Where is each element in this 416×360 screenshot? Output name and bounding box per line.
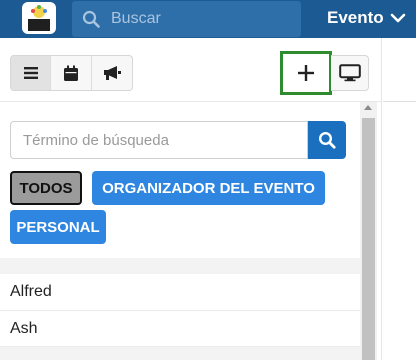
list-section-header [0, 258, 360, 274]
plus-icon [298, 65, 314, 81]
term-search-input[interactable] [10, 121, 308, 159]
list-item[interactable] [0, 346, 360, 360]
search-icon [318, 131, 336, 149]
filter-all-chip[interactable]: TODOS [10, 171, 82, 205]
divider [0, 101, 382, 102]
list-item[interactable]: Alfred [0, 274, 360, 310]
add-button[interactable] [280, 51, 332, 95]
scrollbar-thumb[interactable] [362, 118, 375, 360]
content-area [383, 38, 416, 360]
chevron-down-icon [390, 13, 405, 23]
person-name: Ash [10, 319, 38, 337]
announcements-button[interactable] [92, 56, 132, 90]
view-toggle-group [10, 55, 133, 91]
scroll-up-arrow-icon[interactable] [364, 105, 372, 110]
top-bar: Buscar Evento [0, 0, 416, 38]
calendar-icon [64, 65, 79, 81]
list-view-button[interactable] [11, 56, 52, 90]
event-menu[interactable]: Evento [327, 8, 406, 28]
monitor-icon [338, 64, 361, 82]
person-name: Alfred [10, 283, 52, 300]
display-mode-button[interactable] [331, 55, 369, 91]
global-search-placeholder: Buscar [111, 10, 161, 27]
term-search-button[interactable] [308, 121, 346, 159]
list-item[interactable]: Ash [0, 310, 360, 346]
calendar-view-button[interactable] [51, 56, 92, 90]
filter-organizer-chip[interactable]: ORGANIZADOR DEL EVENTO [92, 171, 325, 205]
event-menu-label: Evento [327, 8, 384, 27]
search-icon [82, 10, 100, 28]
megaphone-icon [103, 66, 121, 80]
divider [383, 101, 416, 102]
list-icon [23, 67, 38, 79]
app-logo[interactable] [22, 2, 56, 34]
filter-staff-chip[interactable]: PERSONAL [10, 210, 106, 244]
global-search[interactable]: Buscar [72, 1, 301, 37]
